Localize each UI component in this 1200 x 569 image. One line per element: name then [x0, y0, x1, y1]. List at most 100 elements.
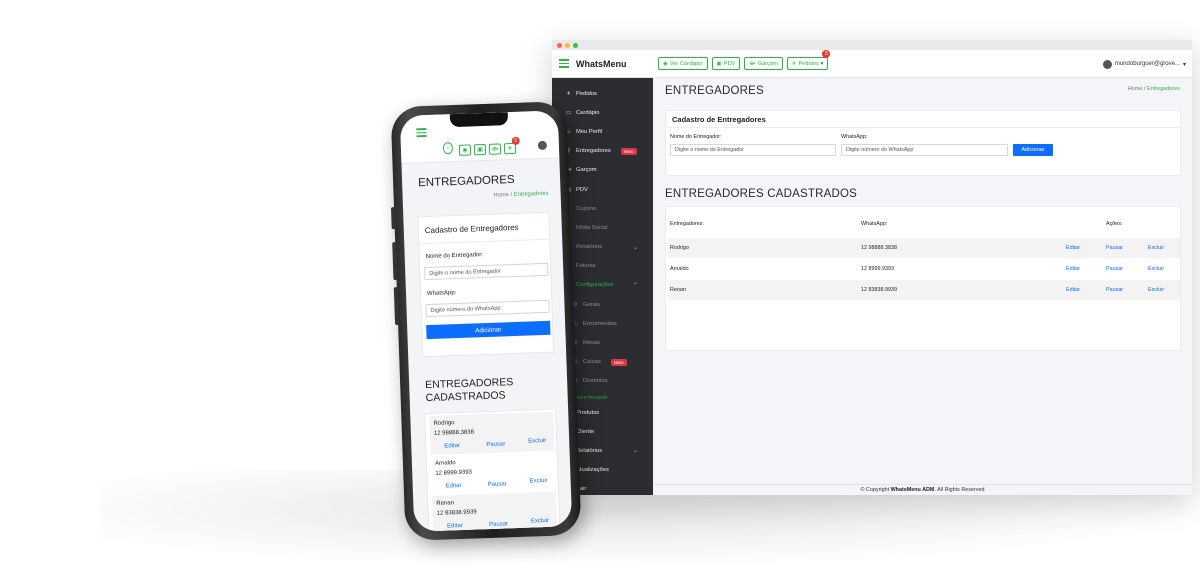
edit-link[interactable]: Editar	[1066, 266, 1080, 272]
footer: © Copyright WhatsMenu ADM. All Rights Re…	[653, 484, 1192, 495]
register-card: Cadastro de Entregadores Nome do Entrega…	[417, 211, 555, 358]
row-phone: 12 98888.3838	[861, 245, 897, 251]
sidebar-item-label: Relatórios	[576, 244, 603, 251]
sidebar-item-label: Faturas	[576, 263, 596, 270]
delete-link[interactable]: Excluir	[531, 518, 549, 525]
hamburger-menu-icon[interactable]	[559, 59, 569, 68]
footer-suffix: . All Rights Reserved	[934, 487, 985, 493]
add-button[interactable]: Adicionar	[426, 320, 551, 340]
edit-link[interactable]: Editar	[1066, 245, 1080, 251]
orders-button[interactable]: ✈ Pedidos ▾ 5	[786, 50, 831, 70]
row-name: Arnaldo	[434, 460, 456, 467]
main-content: ENTREGADORES Home / Entregadores Cadastr…	[653, 78, 1192, 495]
table-row: Rodrigo 12 98888.3838 Editar Pausar Excl…	[668, 238, 1180, 258]
delete-link[interactable]: Excluir	[530, 478, 548, 485]
row-phone: 12 83838.9939	[861, 287, 897, 293]
sidebar-item-label: Relatórios	[576, 447, 603, 454]
avatar[interactable]	[537, 140, 548, 151]
view-menu-button[interactable]: ◉	[458, 144, 472, 156]
sidebar-item-label: Gerais	[583, 301, 601, 308]
sidebar-item-label: Domínios	[583, 378, 608, 385]
orders-label: Pedidos	[798, 60, 819, 67]
sidebar-item-label: Cardápio	[576, 109, 600, 116]
pdv-button[interactable]: ▣ PDV	[711, 57, 741, 70]
footer-brand: WhatsMenu ADM	[890, 487, 935, 493]
close-dot-icon[interactable]	[557, 42, 562, 48]
delete-link[interactable]: Excluir	[528, 438, 546, 445]
view-menu-button[interactable]: ◉ Ver Cardápio	[658, 57, 708, 70]
pause-link[interactable]: Pausar	[1106, 245, 1123, 251]
minimize-dot-icon[interactable]	[565, 42, 570, 48]
waiter-icon: ⟴	[491, 146, 499, 153]
add-button[interactable]: Adicionar	[1013, 144, 1053, 156]
breadcrumb-separator: /	[1143, 86, 1146, 92]
pause-link[interactable]: Pausar	[1106, 287, 1123, 293]
sidebar-item-label: Mesas	[583, 340, 601, 347]
pause-link[interactable]: Pausar	[1106, 266, 1123, 272]
edit-link[interactable]: Editar	[447, 523, 463, 530]
sidebar-item-label: Mídia Social	[576, 224, 608, 231]
delete-link[interactable]: Excluir	[1148, 266, 1164, 272]
table-row: Renan 12 83838.9939 Editar Pausar Exclui…	[668, 280, 1180, 300]
sidebar-item-cardapio[interactable]: ▭ Cardápio	[552, 103, 653, 122]
row-phone: 12 98888.3838	[433, 429, 475, 437]
header-deliverers: Entregadores:	[670, 221, 704, 227]
name-input[interactable]: Digite o nome do Entregador	[670, 144, 836, 156]
stage: WhatsMenu ◉ Ver Cardápio ▣ PDV ⟴ Garçom …	[0, 0, 1200, 569]
rocket-icon: ✈	[566, 90, 571, 97]
register-card-title: Cadastro de Entregadores	[418, 212, 550, 245]
waiter-button[interactable]: ⟴	[488, 143, 502, 155]
table-row: Arnaldo 12 8999.9393 Editar Pausar Exclu…	[668, 259, 1180, 279]
whatsapp-input[interactable]: Digite número do WhatsApp	[425, 299, 550, 318]
pause-link[interactable]: Pausar	[489, 521, 508, 528]
header-actions: Ações:	[1106, 221, 1123, 227]
pause-link[interactable]: Pausar	[488, 481, 507, 488]
user-email: mundoburguer@grove...	[1114, 61, 1180, 67]
eye-icon: ◉	[663, 60, 668, 67]
maximize-dot-icon[interactable]	[573, 42, 578, 48]
name-label: Nome do Entregador:	[670, 134, 722, 140]
sidebar-item-label: Meu Perfil	[576, 128, 603, 135]
breadcrumb-separator: /	[510, 192, 513, 199]
pdv-button[interactable]: ▣	[473, 143, 487, 156]
sidebar-item-label: Configurações	[576, 282, 614, 289]
table-header: Entregadores: WhatsApp: Ações:	[666, 207, 1180, 233]
store-icon: ▣	[477, 147, 483, 154]
delete-link[interactable]: Excluir	[1148, 287, 1164, 293]
waiter-icon: ⟴	[749, 60, 756, 67]
breadcrumb-home[interactable]: Home	[493, 192, 509, 199]
edit-link[interactable]: Editar	[446, 483, 462, 490]
pause-link[interactable]: Pausar	[486, 441, 505, 448]
whatsapp-input[interactable]: Digite número do WhatsApp	[841, 144, 1008, 156]
phone-notch	[449, 112, 509, 128]
edit-link[interactable]: Editar	[444, 443, 460, 450]
hamburger-menu-icon[interactable]	[416, 127, 427, 137]
orders-count-badge: 5	[822, 50, 831, 58]
delete-link[interactable]: Excluir	[1148, 245, 1164, 251]
row-name: Rodrigo	[433, 420, 455, 427]
chevron-down-icon: ▾	[1182, 61, 1186, 68]
waiter-button[interactable]: ⟴ Garçom	[744, 57, 783, 70]
row-name: Arnaldo	[670, 266, 689, 272]
breadcrumb-home[interactable]: Home	[1128, 86, 1143, 92]
logo-icon: ♁	[442, 142, 454, 155]
whatsapp-label: WhatsApp:	[841, 134, 868, 140]
row-phone: 12 8999.9393	[435, 469, 473, 477]
desktop-browser-window: WhatsMenu ◉ Ver Cardápio ▣ PDV ⟴ Garçom …	[552, 40, 1192, 495]
mobile-top-buttons: ◉ ▣ ⟴ ✈ 5	[458, 136, 520, 156]
list-title: ENTREGADORES CADASTRADOS	[665, 188, 858, 200]
orders-button[interactable]: ✈ 5	[503, 136, 520, 155]
view-menu-label: Ver Cardápio	[669, 60, 703, 67]
list-title-line: CADASTRADOS	[425, 389, 506, 405]
chevron-up-icon: ⌃	[632, 282, 638, 289]
edit-link[interactable]: Editar	[1066, 287, 1080, 293]
new-badge: Novo	[610, 358, 627, 366]
waiter-label: Garçom	[757, 60, 778, 67]
user-menu[interactable]: mundoburguer@grove... ▾	[1102, 50, 1186, 78]
page-title: ENTREGADORES	[665, 85, 764, 97]
breadcrumb: Home / Entregadores	[493, 191, 548, 199]
footer-prefix: © Copyright	[860, 487, 890, 493]
sidebar-item-label: PDV	[576, 186, 588, 193]
sidebar-item-pedidos[interactable]: ✈ Pedidos	[552, 84, 653, 103]
name-input[interactable]: Digite o nome do Entregador	[424, 262, 549, 281]
